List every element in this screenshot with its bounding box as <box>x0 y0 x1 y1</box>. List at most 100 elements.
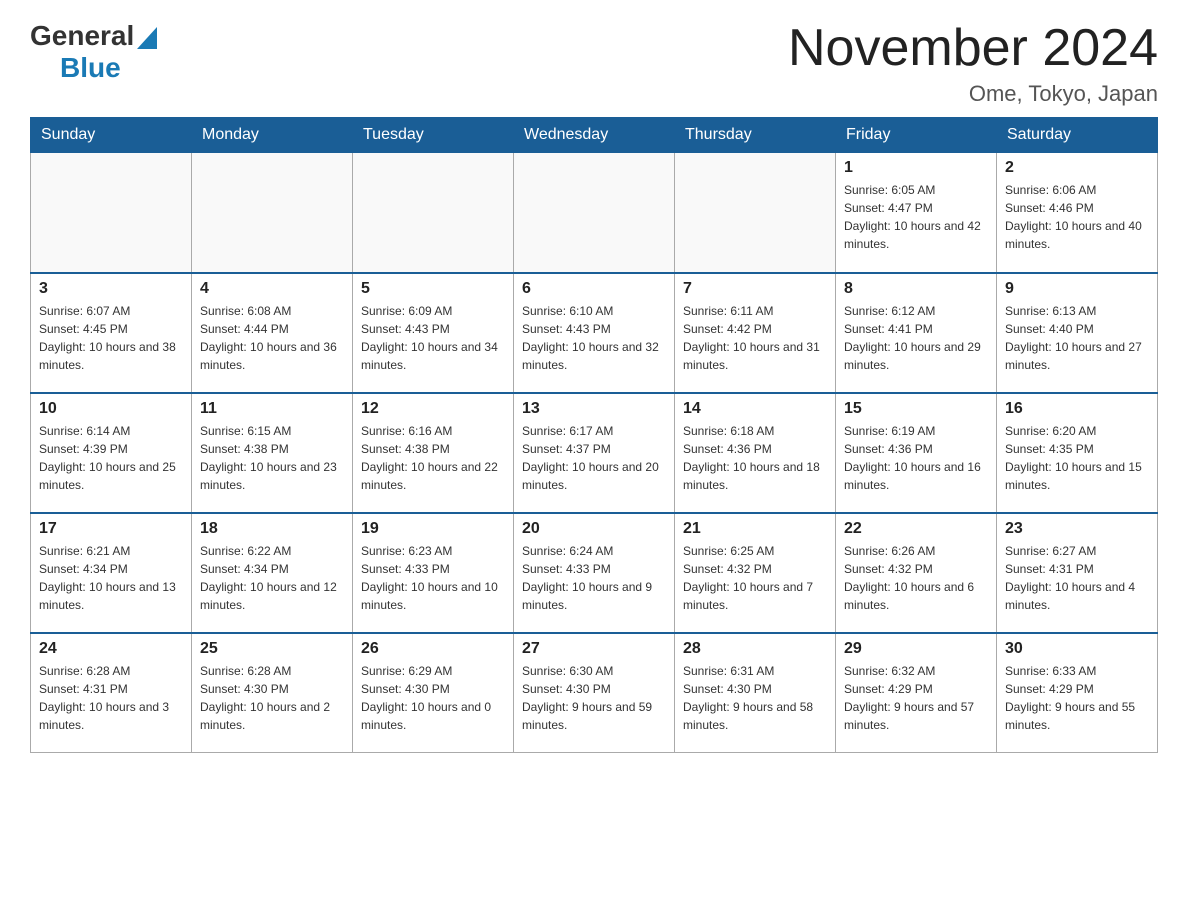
day-info: Sunrise: 6:05 AM Sunset: 4:47 PM Dayligh… <box>844 181 988 253</box>
day-number: 6 <box>522 280 666 298</box>
day-info: Sunrise: 6:31 AM Sunset: 4:30 PM Dayligh… <box>683 662 827 734</box>
calendar-week-row: 17 Sunrise: 6:21 AM Sunset: 4:34 PM Dayli… <box>31 513 1158 633</box>
calendar-cell: 26 Sunrise: 6:29 AM Sunset: 4:30 PM Dayli… <box>353 633 514 753</box>
calendar-cell <box>353 153 514 273</box>
day-number: 1 <box>844 159 988 177</box>
day-number: 20 <box>522 520 666 538</box>
day-number: 27 <box>522 640 666 658</box>
calendar-cell: 13Sunrise: 6:17 AM Sunset: 4:37 PM Dayli… <box>514 393 675 513</box>
logo-triangle-icon <box>137 27 157 49</box>
day-info: Sunrise: 6:27 AM Sunset: 4:31 PM Dayligh… <box>1005 542 1149 614</box>
column-header-monday: Monday <box>192 118 353 153</box>
calendar-week-row: 10Sunrise: 6:14 AM Sunset: 4:39 PM Dayli… <box>31 393 1158 513</box>
logo: General Blue <box>30 20 157 84</box>
calendar-cell: 8 Sunrise: 6:12 AM Sunset: 4:41 PM Daylig… <box>836 273 997 393</box>
calendar-cell: 14Sunrise: 6:18 AM Sunset: 4:36 PM Dayli… <box>675 393 836 513</box>
column-header-friday: Friday <box>836 118 997 153</box>
day-info: Sunrise: 6:10 AM Sunset: 4:43 PM Dayligh… <box>522 302 666 374</box>
calendar-cell: 12 Sunrise: 6:16 AM Sunset: 4:38 PM Dayli… <box>353 393 514 513</box>
calendar-cell: 21 Sunrise: 6:25 AM Sunset: 4:32 PM Dayli… <box>675 513 836 633</box>
month-title: November 2024 <box>788 20 1158 77</box>
calendar-cell: 22Sunrise: 6:26 AM Sunset: 4:32 PM Dayli… <box>836 513 997 633</box>
day-info: Sunrise: 6:21 AM Sunset: 4:34 PM Dayligh… <box>39 542 183 614</box>
day-number: 23 <box>1005 520 1149 538</box>
day-number: 12 <box>361 400 505 418</box>
day-number: 15 <box>844 400 988 418</box>
calendar-header-row: SundayMondayTuesdayWednesdayThursdayFrid… <box>31 118 1158 153</box>
calendar-cell: 7 Sunrise: 6:11 AM Sunset: 4:42 PM Daylig… <box>675 273 836 393</box>
calendar-cell <box>31 153 192 273</box>
day-info: Sunrise: 6:32 AM Sunset: 4:29 PM Dayligh… <box>844 662 988 734</box>
day-info: Sunrise: 6:19 AM Sunset: 4:36 PM Dayligh… <box>844 422 988 494</box>
logo-top: General <box>30 20 157 52</box>
calendar-cell: 16 Sunrise: 6:20 AM Sunset: 4:35 PM Dayli… <box>997 393 1158 513</box>
day-number: 16 <box>1005 400 1149 418</box>
day-number: 25 <box>200 640 344 658</box>
calendar-cell: 3 Sunrise: 6:07 AM Sunset: 4:45 PM Daylig… <box>31 273 192 393</box>
calendar-cell: 15 Sunrise: 6:19 AM Sunset: 4:36 PM Dayli… <box>836 393 997 513</box>
calendar-cell: 6 Sunrise: 6:10 AM Sunset: 4:43 PM Daylig… <box>514 273 675 393</box>
calendar-cell: 4 Sunrise: 6:08 AM Sunset: 4:44 PM Daylig… <box>192 273 353 393</box>
calendar-table: SundayMondayTuesdayWednesdayThursdayFrid… <box>30 117 1158 753</box>
day-number: 22 <box>844 520 988 538</box>
day-info: Sunrise: 6:33 AM Sunset: 4:29 PM Dayligh… <box>1005 662 1149 734</box>
calendar-cell: 5 Sunrise: 6:09 AM Sunset: 4:43 PM Daylig… <box>353 273 514 393</box>
day-info: Sunrise: 6:25 AM Sunset: 4:32 PM Dayligh… <box>683 542 827 614</box>
day-info: Sunrise: 6:17 AM Sunset: 4:37 PM Dayligh… <box>522 422 666 494</box>
calendar-cell: 17 Sunrise: 6:21 AM Sunset: 4:34 PM Dayli… <box>31 513 192 633</box>
location: Ome, Tokyo, Japan <box>788 81 1158 107</box>
day-info: Sunrise: 6:13 AM Sunset: 4:40 PM Dayligh… <box>1005 302 1149 374</box>
calendar-cell: 27Sunrise: 6:30 AM Sunset: 4:30 PM Dayli… <box>514 633 675 753</box>
calendar-cell: 29 Sunrise: 6:32 AM Sunset: 4:29 PM Dayli… <box>836 633 997 753</box>
calendar-cell: 24 Sunrise: 6:28 AM Sunset: 4:31 PM Dayli… <box>31 633 192 753</box>
column-header-saturday: Saturday <box>997 118 1158 153</box>
day-number: 2 <box>1005 159 1149 177</box>
title-section: November 2024 Ome, Tokyo, Japan <box>788 20 1158 107</box>
column-header-thursday: Thursday <box>675 118 836 153</box>
day-number: 30 <box>1005 640 1149 658</box>
day-number: 10 <box>39 400 183 418</box>
day-info: Sunrise: 6:16 AM Sunset: 4:38 PM Dayligh… <box>361 422 505 494</box>
day-info: Sunrise: 6:28 AM Sunset: 4:30 PM Dayligh… <box>200 662 344 734</box>
day-info: Sunrise: 6:08 AM Sunset: 4:44 PM Dayligh… <box>200 302 344 374</box>
day-info: Sunrise: 6:20 AM Sunset: 4:35 PM Dayligh… <box>1005 422 1149 494</box>
column-header-tuesday: Tuesday <box>353 118 514 153</box>
day-number: 21 <box>683 520 827 538</box>
calendar-week-row: 1 Sunrise: 6:05 AM Sunset: 4:47 PM Daylig… <box>31 153 1158 273</box>
calendar-cell: 2 Sunrise: 6:06 AM Sunset: 4:46 PM Daylig… <box>997 153 1158 273</box>
calendar-cell: 25 Sunrise: 6:28 AM Sunset: 4:30 PM Dayli… <box>192 633 353 753</box>
calendar-cell: 1 Sunrise: 6:05 AM Sunset: 4:47 PM Daylig… <box>836 153 997 273</box>
day-number: 28 <box>683 640 827 658</box>
day-info: Sunrise: 6:29 AM Sunset: 4:30 PM Dayligh… <box>361 662 505 734</box>
day-number: 24 <box>39 640 183 658</box>
day-number: 7 <box>683 280 827 298</box>
day-number: 5 <box>361 280 505 298</box>
day-info: Sunrise: 6:28 AM Sunset: 4:31 PM Dayligh… <box>39 662 183 734</box>
calendar-cell: 28 Sunrise: 6:31 AM Sunset: 4:30 PM Dayli… <box>675 633 836 753</box>
calendar-cell: 11Sunrise: 6:15 AM Sunset: 4:38 PM Dayli… <box>192 393 353 513</box>
day-number: 3 <box>39 280 183 298</box>
calendar-cell <box>514 153 675 273</box>
day-info: Sunrise: 6:07 AM Sunset: 4:45 PM Dayligh… <box>39 302 183 374</box>
day-number: 17 <box>39 520 183 538</box>
day-number: 11 <box>200 400 344 418</box>
day-info: Sunrise: 6:09 AM Sunset: 4:43 PM Dayligh… <box>361 302 505 374</box>
calendar-cell <box>675 153 836 273</box>
day-info: Sunrise: 6:11 AM Sunset: 4:42 PM Dayligh… <box>683 302 827 374</box>
calendar-cell <box>192 153 353 273</box>
day-number: 26 <box>361 640 505 658</box>
day-number: 8 <box>844 280 988 298</box>
day-number: 4 <box>200 280 344 298</box>
day-number: 29 <box>844 640 988 658</box>
calendar-cell: 20Sunrise: 6:24 AM Sunset: 4:33 PM Dayli… <box>514 513 675 633</box>
logo-general-text: General <box>30 20 134 52</box>
calendar-cell: 30 Sunrise: 6:33 AM Sunset: 4:29 PM Dayli… <box>997 633 1158 753</box>
calendar-cell: 9Sunrise: 6:13 AM Sunset: 4:40 PM Daylig… <box>997 273 1158 393</box>
day-info: Sunrise: 6:06 AM Sunset: 4:46 PM Dayligh… <box>1005 181 1149 253</box>
day-number: 18 <box>200 520 344 538</box>
day-info: Sunrise: 6:23 AM Sunset: 4:33 PM Dayligh… <box>361 542 505 614</box>
column-header-wednesday: Wednesday <box>514 118 675 153</box>
calendar-cell: 10Sunrise: 6:14 AM Sunset: 4:39 PM Dayli… <box>31 393 192 513</box>
day-info: Sunrise: 6:12 AM Sunset: 4:41 PM Dayligh… <box>844 302 988 374</box>
logo-blue-text: Blue <box>60 52 121 83</box>
